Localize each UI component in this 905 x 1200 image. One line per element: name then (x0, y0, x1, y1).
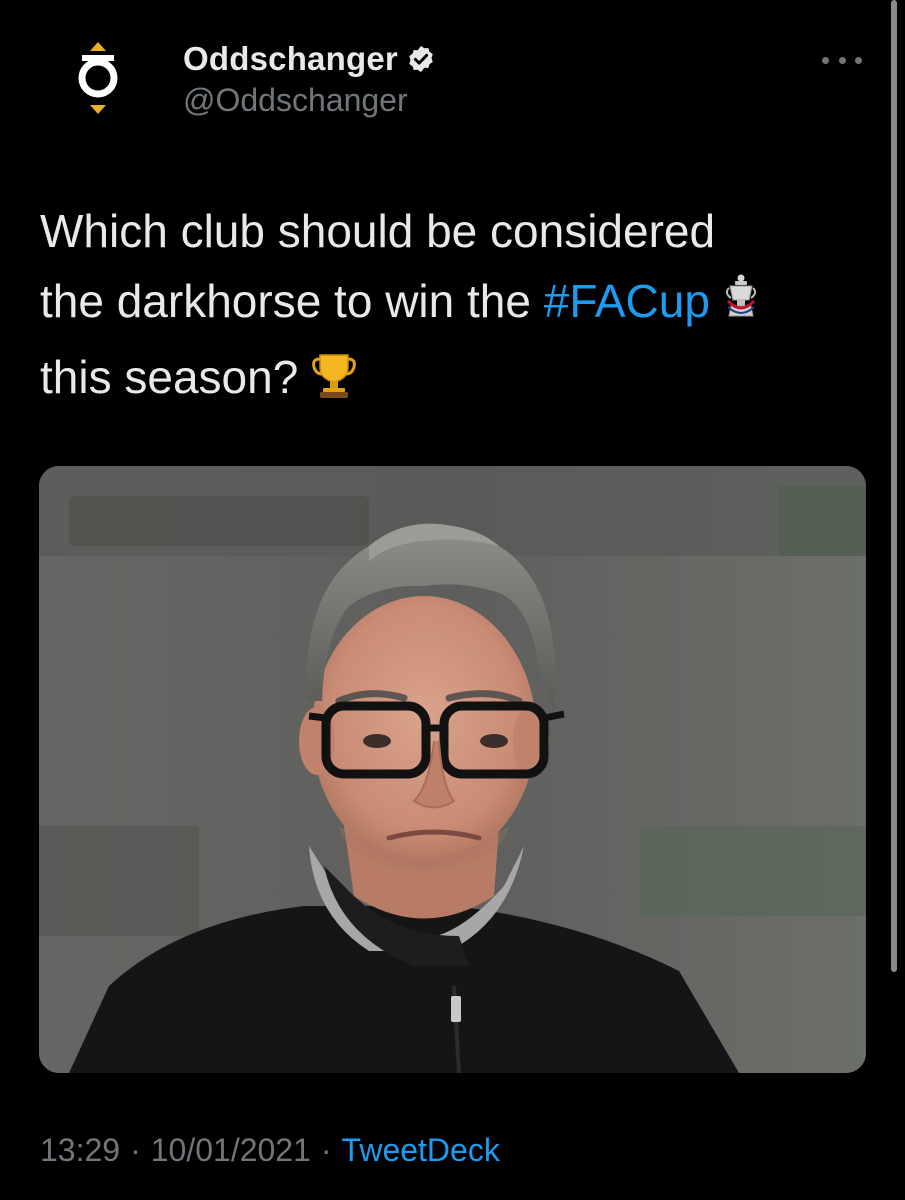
tweet-date[interactable]: 10/01/2021 (151, 1132, 311, 1168)
tweet-time[interactable]: 13:29 (40, 1132, 120, 1168)
hashtag-link[interactable]: #FACup (544, 275, 710, 327)
avatar[interactable] (58, 38, 138, 118)
tweet-text-line-3-text: this season? (40, 351, 299, 403)
tweet-text-line-2-text: the darkhorse to win the (40, 275, 544, 327)
tweet-media-photo[interactable] (39, 466, 866, 1073)
author-handle[interactable]: @Oddschanger (183, 82, 408, 119)
tweet-text-line-3: this season? (40, 342, 840, 418)
meta-separator: · (130, 1132, 141, 1168)
tweet-text-line-2: the darkhorse to win the #FACup (40, 266, 840, 342)
tweet-text: Which club should be considered the dark… (40, 196, 840, 418)
fa-cup-trophy-emoji (723, 272, 759, 342)
author-name-row[interactable]: Oddschanger (183, 36, 436, 82)
tweet-source-link[interactable]: TweetDeck (342, 1132, 500, 1168)
verified-badge-icon (406, 44, 436, 74)
display-name[interactable]: Oddschanger (183, 40, 398, 78)
tweet-text-line-1: Which club should be considered (40, 205, 716, 257)
meta-separator: · (320, 1132, 332, 1168)
more-options-icon[interactable] (822, 52, 862, 68)
scrollbar-thumb[interactable] (891, 0, 897, 972)
tweet-meta: 13:29 · 10/01/2021 · TweetDeck (40, 1132, 500, 1169)
oddschanger-logo-icon (68, 38, 128, 118)
trophy-emoji (311, 348, 357, 418)
tweet: Oddschanger @Oddschanger Which club shou… (0, 0, 905, 1200)
